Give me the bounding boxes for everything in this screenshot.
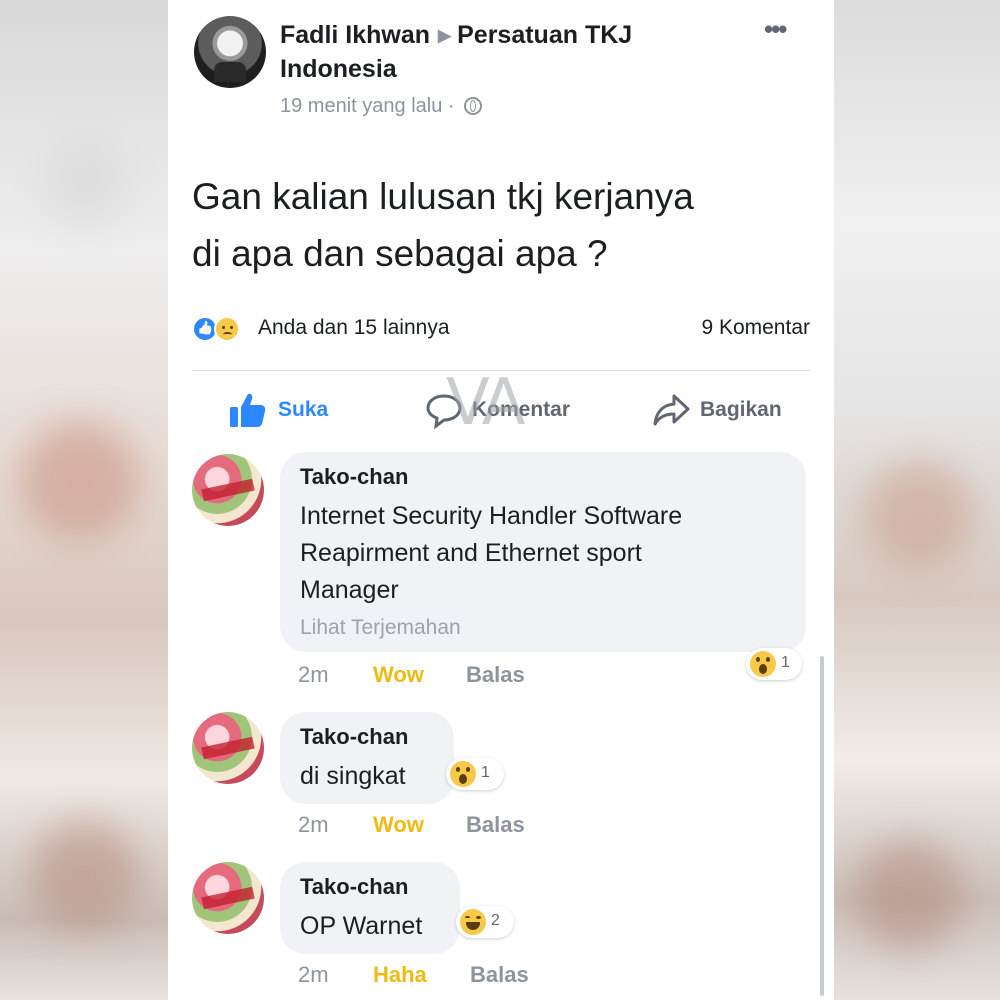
- reactions-text[interactable]: Anda dan 15 lainnya: [258, 316, 450, 340]
- comment-reactions-badge[interactable]: 1: [446, 758, 504, 790]
- share-arrow-icon: [653, 394, 690, 426]
- comment-bubble: Tako-chan OP Warnet: [280, 862, 460, 954]
- watermark: VA: [446, 366, 525, 440]
- facebook-post-screen: Fadli Ikhwan ▶ Persatuan TKJ Indonesia 19 …: [168, 0, 834, 1000]
- commenter-name[interactable]: Tako-chan: [300, 464, 408, 490]
- post-timestamp: 19 menit yang lalu ·: [280, 94, 483, 118]
- comment-text: OP Warnet: [300, 912, 423, 940]
- commenter-avatar[interactable]: [192, 862, 264, 934]
- reply-button[interactable]: Balas: [470, 962, 529, 988]
- reply-button[interactable]: Balas: [466, 812, 525, 838]
- globe-icon: [464, 97, 483, 115]
- thumbs-up-icon: [230, 393, 266, 427]
- comment-bubble: Tako-chan di singkat: [280, 712, 454, 804]
- reaction-count: 1: [781, 654, 790, 671]
- like-label: Suka: [278, 398, 329, 421]
- reactions-summary[interactable]: Anda dan 15 lainnya 9 Komentar: [192, 314, 810, 348]
- commenter-name[interactable]: Tako-chan: [300, 874, 408, 900]
- reaction-count: 1: [481, 764, 490, 781]
- comment-count[interactable]: 9 Komentar: [701, 316, 810, 340]
- comment-text-line: Manager: [300, 576, 399, 604]
- post-header-line: Fadli Ikhwan ▶ Persatuan TKJ: [280, 18, 632, 55]
- group-name-continued[interactable]: Indonesia: [280, 52, 397, 87]
- sad-icon: [214, 316, 240, 342]
- post-text: Gan kalian lulusan tkj kerjanya di apa d…: [192, 168, 812, 282]
- comment-time: 2m: [298, 662, 329, 687]
- share-label: Bagikan: [700, 398, 782, 421]
- comment-reactions-badge[interactable]: 2: [456, 906, 514, 938]
- comment-text: Internet Security Handler Software Reapi…: [300, 498, 800, 609]
- comment-text-line: Reapirment and Ethernet sport: [300, 539, 642, 567]
- see-translation-link[interactable]: Lihat Terjemahan: [300, 616, 461, 640]
- comment-time: 2m: [298, 812, 329, 837]
- group-name[interactable]: Persatuan TKJ: [457, 21, 632, 49]
- post-text-line: di apa dan sebagai apa ?: [192, 233, 608, 274]
- comment-reaction-button[interactable]: Wow: [373, 662, 424, 688]
- more-options-icon[interactable]: •••: [764, 14, 787, 45]
- comment-text: di singkat: [300, 762, 406, 790]
- scrollbar[interactable]: [820, 656, 824, 996]
- author-avatar[interactable]: [194, 16, 266, 88]
- arrow-right-icon: ▶: [438, 26, 452, 45]
- reaction-count: 2: [491, 912, 500, 929]
- haha-icon: [460, 909, 486, 935]
- comment-reactions-badge[interactable]: 1: [746, 648, 802, 680]
- commenter-avatar[interactable]: [192, 712, 264, 784]
- blurred-backdrop-left: [0, 0, 168, 1000]
- wow-icon: [450, 761, 476, 787]
- post-time-text: 19 menit yang lalu: [280, 95, 443, 117]
- time-separator: ·: [447, 95, 455, 117]
- comment-time: 2m: [298, 962, 329, 987]
- commenter-avatar[interactable]: [192, 454, 264, 526]
- comment-reaction-button[interactable]: Haha: [373, 962, 427, 988]
- comment-text-line: Internet Security Handler Software: [300, 502, 683, 530]
- author-name[interactable]: Fadli Ikhwan: [280, 21, 430, 49]
- like-button[interactable]: Suka: [228, 390, 338, 430]
- commenter-name[interactable]: Tako-chan: [300, 724, 408, 750]
- wow-icon: [750, 651, 776, 677]
- reply-button[interactable]: Balas: [466, 662, 525, 688]
- post-text-line: Gan kalian lulusan tkj kerjanya: [192, 176, 694, 217]
- share-button[interactable]: Bagikan: [652, 390, 792, 430]
- comment-bubble: Tako-chan Internet Security Handler Soft…: [280, 452, 806, 652]
- comment-reaction-button[interactable]: Wow: [373, 812, 424, 838]
- blurred-backdrop-right: [834, 0, 1000, 1000]
